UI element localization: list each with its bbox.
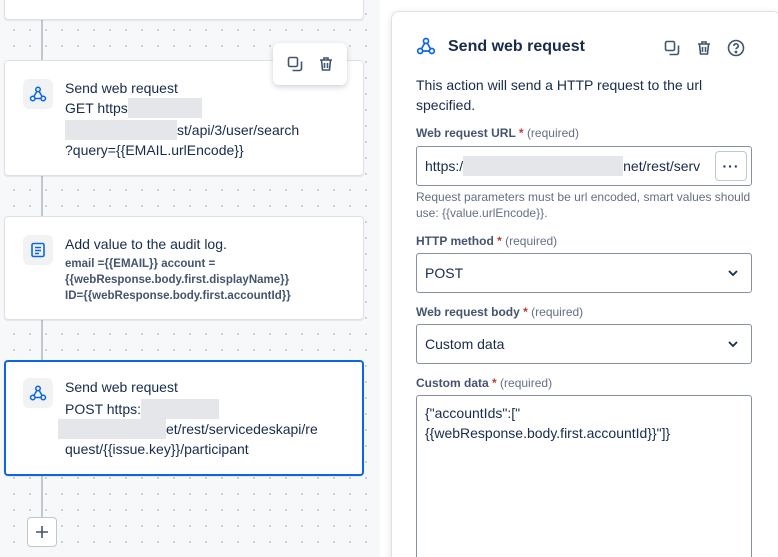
connector-line xyxy=(41,320,43,360)
card-detail-line: email ={{EMAIL}} account = xyxy=(65,258,216,270)
card-title: Send web request xyxy=(65,379,178,395)
webhook-icon xyxy=(23,79,53,109)
url-field-label: Web request URL * (required) xyxy=(416,126,579,140)
card-url-line: st/api/3/user/search xyxy=(65,120,299,140)
webhook-icon xyxy=(23,378,53,408)
panel-title: Send web request xyxy=(448,38,585,55)
webhook-icon xyxy=(416,36,438,58)
url-input[interactable]: https:/net/rest/serv ··· xyxy=(416,146,752,186)
audit-log-icon xyxy=(23,235,53,265)
previous-step-card[interactable] xyxy=(4,0,364,20)
audit-log-card[interactable]: Add value to the audit log. email ={{EMA… xyxy=(4,216,364,320)
trash-icon[interactable] xyxy=(692,36,716,60)
duplicate-icon[interactable] xyxy=(283,52,307,76)
custom-data-textarea[interactable]: {"accountIds":[" {{webResponse.body.firs… xyxy=(416,395,752,557)
card-detail-line: {{webResponse.body.first.displayName}} xyxy=(65,274,290,286)
help-icon[interactable] xyxy=(724,36,748,60)
add-step-button[interactable] xyxy=(27,517,57,547)
card-url-line: ?query={{EMAIL.urlEncode}} xyxy=(65,142,244,158)
http-method-select[interactable]: POST xyxy=(416,253,752,293)
url-help-text: Request parameters must be url encoded, … xyxy=(416,190,751,220)
card-toolbar xyxy=(273,43,347,85)
card-title: Add value to the audit log. xyxy=(65,236,227,252)
body-field-label: Web request body * (required) xyxy=(416,305,584,319)
panel-actions xyxy=(660,36,748,60)
duplicate-icon[interactable] xyxy=(660,36,684,60)
chevron-down-icon xyxy=(728,270,738,277)
custom-data-label: Custom data * (required) xyxy=(416,376,553,390)
panel-description: This action will send a HTTP request to … xyxy=(416,77,703,113)
card-url-line: quest/{{issue.key}}/participant xyxy=(65,441,249,457)
web-request-card-post[interactable]: Send web request POST https: et/rest/ser… xyxy=(4,360,364,476)
chevron-down-icon xyxy=(728,341,738,348)
connector-line xyxy=(41,476,43,518)
card-url-line: POST https: xyxy=(65,399,219,419)
method-field-label: HTTP method * (required) xyxy=(416,234,558,248)
action-config-panel: Send web request This action will send a… xyxy=(391,11,778,557)
card-url-line: GET https xyxy=(65,98,202,118)
smart-value-menu-button[interactable]: ··· xyxy=(715,151,747,181)
connector-line xyxy=(41,176,43,216)
rule-canvas: Send web request GET https st/api/3/user… xyxy=(0,0,380,557)
card-url-line: et/rest/servicedeskapi/re xyxy=(58,419,318,439)
trash-icon[interactable] xyxy=(314,52,338,76)
card-detail-line: ID={{webResponse.body.first.accountId}} xyxy=(65,290,291,302)
request-body-select[interactable]: Custom data xyxy=(416,324,752,364)
card-title: Send web request xyxy=(65,80,178,96)
